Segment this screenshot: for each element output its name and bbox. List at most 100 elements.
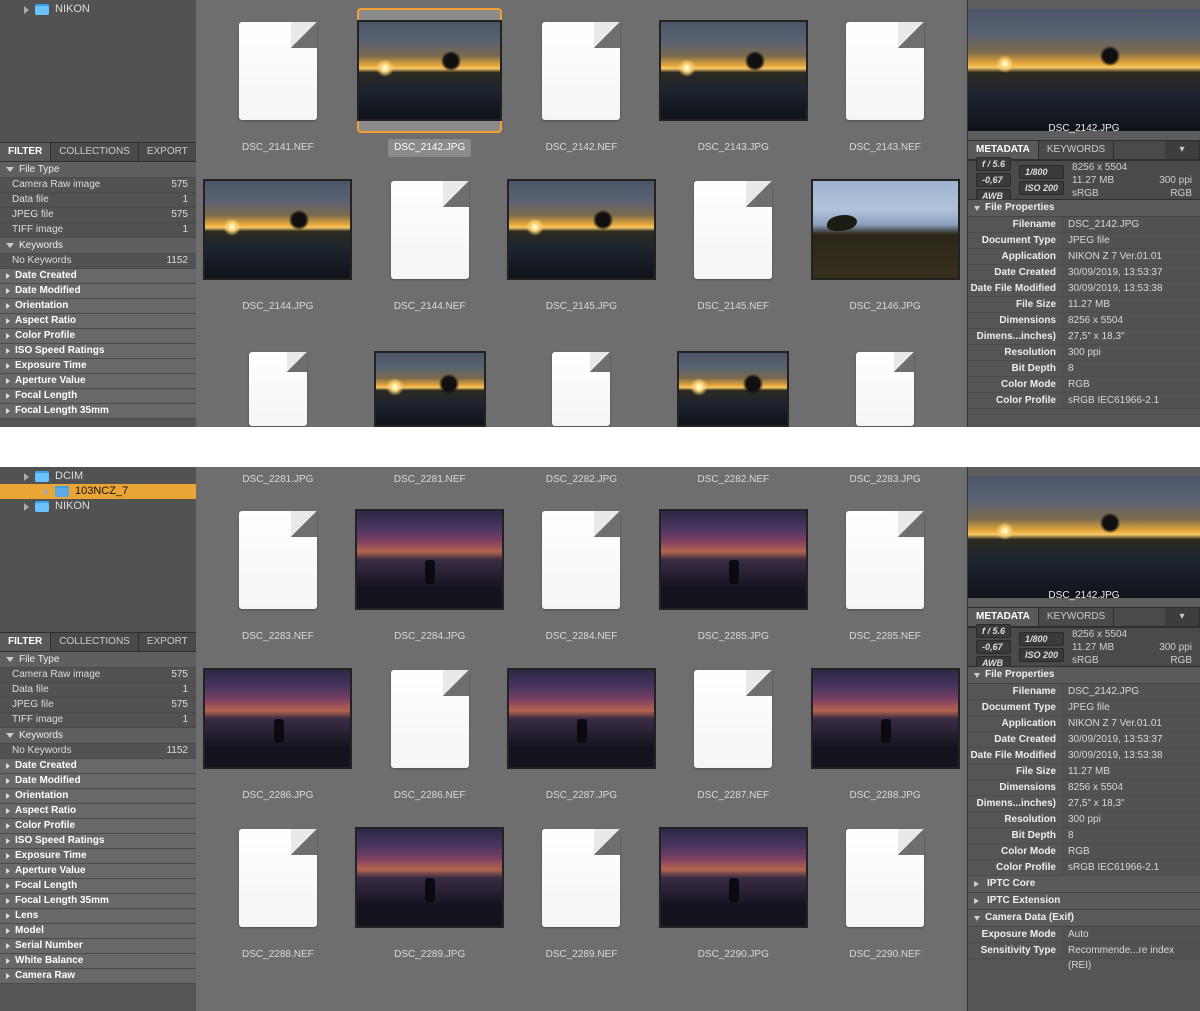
metadata-section-header[interactable]: File Properties xyxy=(968,200,1200,217)
thumbnail-grid[interactable]: DSC_2281.JPGDSC_2281.NEFDSC_2282.JPGDSC_… xyxy=(196,467,967,1011)
disclosure-triangle-icon[interactable] xyxy=(6,793,10,799)
filter-category[interactable]: Camera Raw xyxy=(0,969,196,984)
disclosure-triangle-icon[interactable] xyxy=(6,823,10,829)
disclosure-triangle-icon[interactable] xyxy=(974,673,980,678)
filter-category[interactable]: Orientation xyxy=(0,299,196,314)
filter-row[interactable]: TIFF image1 xyxy=(0,713,196,728)
thumbnail-cell[interactable]: DSC_2290.NEF xyxy=(812,811,959,970)
thumbnail-cell[interactable]: DSC_2288.JPG xyxy=(812,652,959,811)
thumbnail-cell[interactable]: DSC_2142.NEF xyxy=(508,4,655,163)
disclosure-triangle-icon[interactable] xyxy=(6,333,10,339)
tab-export[interactable]: EXPORT xyxy=(139,143,197,161)
filter-section-header[interactable]: Keywords xyxy=(0,728,196,744)
disclosure-triangle-icon[interactable] xyxy=(6,808,10,814)
disclosure-triangle-icon[interactable] xyxy=(974,206,980,211)
filter-category[interactable]: Color Profile xyxy=(0,819,196,834)
filter-category[interactable]: Focal Length 35mm xyxy=(0,894,196,909)
thumbnail-cell[interactable]: DSC_2144.JPG xyxy=(204,163,351,322)
disclosure-triangle-icon[interactable] xyxy=(6,868,10,874)
metadata-section-header[interactable]: IPTC Extension xyxy=(968,893,1200,910)
filter-category[interactable]: Aperture Value xyxy=(0,864,196,879)
filter-row[interactable]: Camera Raw image575 xyxy=(0,668,196,683)
thumbnail-cell[interactable] xyxy=(204,322,351,427)
folder-tree-item[interactable]: DCIM xyxy=(0,469,196,484)
thumbnail-cell[interactable]: DSC_2286.NEF xyxy=(356,652,503,811)
disclosure-triangle-icon[interactable] xyxy=(6,303,10,309)
thumbnail-cell[interactable]: DSC_2290.JPG xyxy=(660,811,807,970)
disclosure-triangle-icon[interactable] xyxy=(6,348,10,354)
thumbnail-cell[interactable]: DSC_2145.NEF xyxy=(660,163,807,322)
thumbnail-cell[interactable]: DSC_2285.NEF xyxy=(812,493,959,652)
filter-category[interactable]: Date Modified xyxy=(0,774,196,789)
filter-category[interactable]: Date Modified xyxy=(0,284,196,299)
tab-filter[interactable]: FILTER xyxy=(0,143,51,161)
thumbnail-cell[interactable]: DSC_2144.NEF xyxy=(356,163,503,322)
thumbnail-cell[interactable]: DSC_2143.JPG xyxy=(660,4,807,163)
filter-category[interactable]: Focal Length xyxy=(0,879,196,894)
filter-row[interactable]: TIFF image1 xyxy=(0,223,196,238)
disclosure-triangle-icon[interactable] xyxy=(6,883,10,889)
disclosure-triangle-icon[interactable] xyxy=(6,973,10,979)
filter-category[interactable]: Color Profile xyxy=(0,329,196,344)
thumbnail-cell[interactable]: DSC_2289.JPG xyxy=(356,811,503,970)
thumbnail-cell[interactable]: DSC_2289.NEF xyxy=(508,811,655,970)
thumbnail-cell[interactable]: DSC_2287.JPG xyxy=(508,652,655,811)
disclosure-triangle-icon[interactable] xyxy=(6,913,10,919)
filter-category[interactable]: Exposure Time xyxy=(0,849,196,864)
filter-category[interactable]: ISO Speed Ratings xyxy=(0,834,196,849)
disclosure-triangle-icon[interactable] xyxy=(6,958,10,964)
filter-category[interactable]: Focal Length xyxy=(0,389,196,404)
filter-row[interactable]: Camera Raw image575 xyxy=(0,178,196,193)
tab-collections[interactable]: COLLECTIONS xyxy=(51,143,139,161)
disclosure-triangle-icon[interactable] xyxy=(974,898,982,904)
disclosure-triangle-icon[interactable] xyxy=(6,733,14,738)
thumbnail-cell[interactable]: DSC_2283.NEF xyxy=(204,493,351,652)
disclosure-triangle-icon[interactable] xyxy=(6,408,10,414)
filter-row[interactable]: JPEG file575 xyxy=(0,208,196,223)
disclosure-triangle-icon[interactable] xyxy=(974,881,982,887)
disclosure-triangle-icon[interactable] xyxy=(6,943,10,949)
folder-tree-item[interactable]: 103NCZ_7 xyxy=(0,484,196,499)
disclosure-triangle-icon[interactable] xyxy=(24,6,29,14)
filter-category[interactable]: Model xyxy=(0,924,196,939)
disclosure-triangle-icon[interactable] xyxy=(974,916,980,921)
thumbnail-grid[interactable]: DSC_2141.NEFDSC_2142.JPGDSC_2142.NEFDSC_… xyxy=(196,0,967,427)
thumbnail-cell[interactable]: DSC_2285.JPG xyxy=(660,493,807,652)
folder-tree-item[interactable]: NIKON xyxy=(0,2,196,17)
disclosure-triangle-icon[interactable] xyxy=(6,778,10,784)
thumbnail-cell[interactable] xyxy=(660,322,807,427)
disclosure-triangle-icon[interactable] xyxy=(6,838,10,844)
panel-menu-icon[interactable]: ▾ xyxy=(1165,141,1200,159)
filter-row[interactable]: Data file1 xyxy=(0,683,196,698)
filter-row[interactable]: JPEG file575 xyxy=(0,698,196,713)
disclosure-triangle-icon[interactable] xyxy=(6,318,10,324)
panel-menu-icon[interactable]: ▾ xyxy=(1165,608,1200,626)
disclosure-triangle-icon[interactable] xyxy=(6,657,14,662)
thumbnail-cell[interactable]: DSC_2145.JPG xyxy=(508,163,655,322)
folder-tree-item[interactable]: NIKON xyxy=(0,499,196,514)
disclosure-triangle-icon[interactable] xyxy=(24,473,29,481)
disclosure-triangle-icon[interactable] xyxy=(6,898,10,904)
thumbnail-cell[interactable]: DSC_2287.NEF xyxy=(660,652,807,811)
thumbnail-cell[interactable]: DSC_2284.JPG xyxy=(356,493,503,652)
thumbnail-cell[interactable]: DSC_2143.NEF xyxy=(812,4,959,163)
tab-keywords[interactable]: KEYWORDS xyxy=(1039,608,1114,626)
tab-collections[interactable]: COLLECTIONS xyxy=(51,633,139,651)
disclosure-triangle-icon[interactable] xyxy=(6,243,14,248)
thumbnail-cell[interactable] xyxy=(812,322,959,427)
thumbnail-cell[interactable]: DSC_2142.JPG xyxy=(356,4,503,163)
disclosure-triangle-icon[interactable] xyxy=(6,167,14,172)
filter-category[interactable]: Aspect Ratio xyxy=(0,804,196,819)
metadata-section-header[interactable]: Camera Data (Exif) xyxy=(968,910,1200,927)
disclosure-triangle-icon[interactable] xyxy=(6,853,10,859)
disclosure-triangle-icon[interactable] xyxy=(6,928,10,934)
filter-category[interactable]: Lens xyxy=(0,909,196,924)
filter-category[interactable]: Date Created xyxy=(0,269,196,284)
filter-category[interactable]: Date Created xyxy=(0,759,196,774)
disclosure-triangle-icon[interactable] xyxy=(6,763,10,769)
disclosure-triangle-icon[interactable] xyxy=(6,378,10,384)
thumbnail-cell[interactable]: DSC_2286.JPG xyxy=(204,652,351,811)
filter-row[interactable]: Data file1 xyxy=(0,193,196,208)
tab-export[interactable]: EXPORT xyxy=(139,633,197,651)
disclosure-triangle-icon[interactable] xyxy=(44,488,49,496)
